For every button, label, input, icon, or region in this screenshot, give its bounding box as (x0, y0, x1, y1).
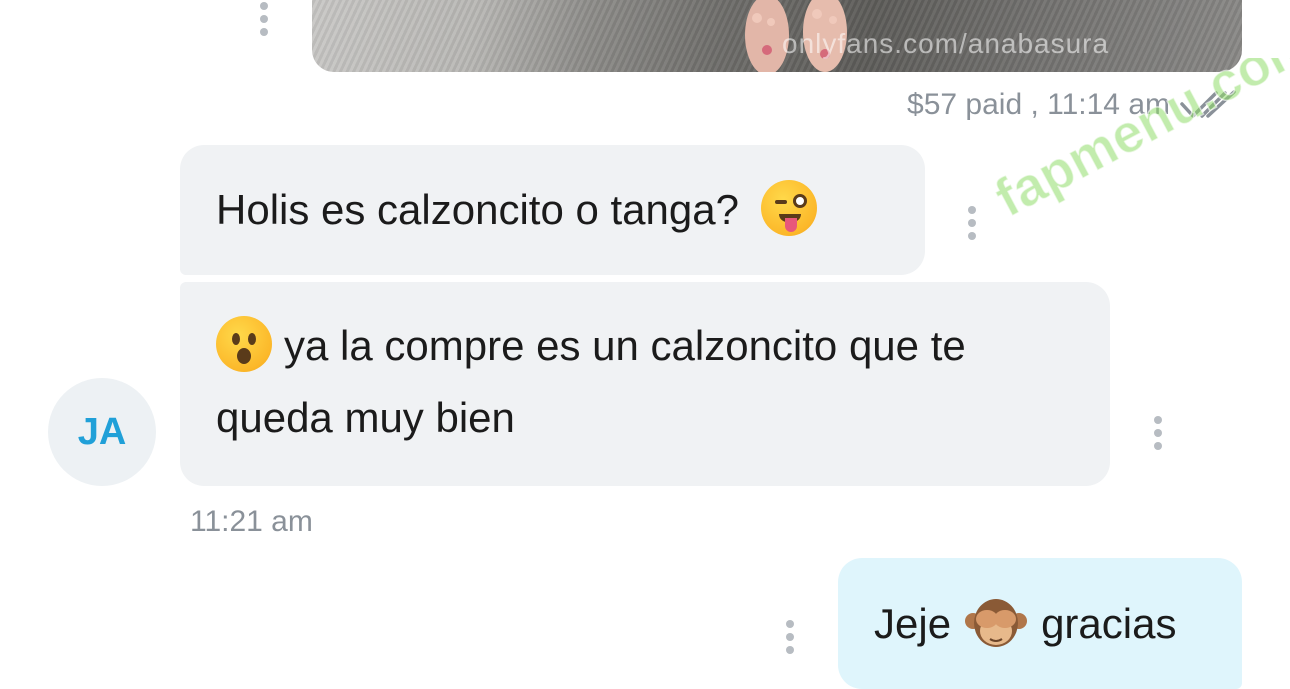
winking-face-with-tongue-emoji-icon (760, 180, 817, 236)
paid-label: $57 paid , 11:14 am (907, 88, 1170, 121)
message-text-line-1: ya la compre es un calzoncito que te (284, 322, 966, 369)
message-options-icon[interactable] (785, 620, 795, 654)
outgoing-message-bubble[interactable]: Jeje gracias (838, 558, 1242, 689)
site-watermark: fapmenu.com (990, 58, 1290, 229)
see-no-evil-monkey-emoji-icon (965, 598, 1028, 647)
message-options-icon[interactable] (1153, 416, 1163, 450)
avatar[interactable]: JA (48, 378, 156, 486)
message-text-line-2: queda muy bien (216, 394, 515, 441)
incoming-message-bubble[interactable]: ya la compre es un calzoncito que te que… (180, 282, 1110, 486)
media-preview[interactable]: onlyfans.com/anabasura (312, 0, 1242, 72)
paid-status: $57 paid , 11:14 am (907, 88, 1238, 122)
more-options-icon[interactable] (259, 2, 269, 36)
message-options-icon[interactable] (967, 206, 977, 240)
face-with-open-mouth-emoji-icon (216, 316, 272, 372)
message-text-before: Jeje (874, 599, 952, 647)
double-check-icon (1180, 90, 1236, 118)
media-watermark: onlyfans.com/anabasura (782, 28, 1110, 59)
message-text: Holis es calzoncito o tanga? (216, 186, 739, 233)
avatar-initials: JA (77, 410, 127, 453)
site-watermark-text: fapmenu.com (990, 58, 1290, 229)
incoming-message-bubble[interactable]: Holis es calzoncito o tanga? (180, 145, 925, 275)
message-line-1: ya la compre es un calzoncito que te (216, 310, 1074, 382)
message-timestamp: 11:21 am (190, 505, 313, 538)
message-text-after: gracias (1041, 599, 1177, 647)
